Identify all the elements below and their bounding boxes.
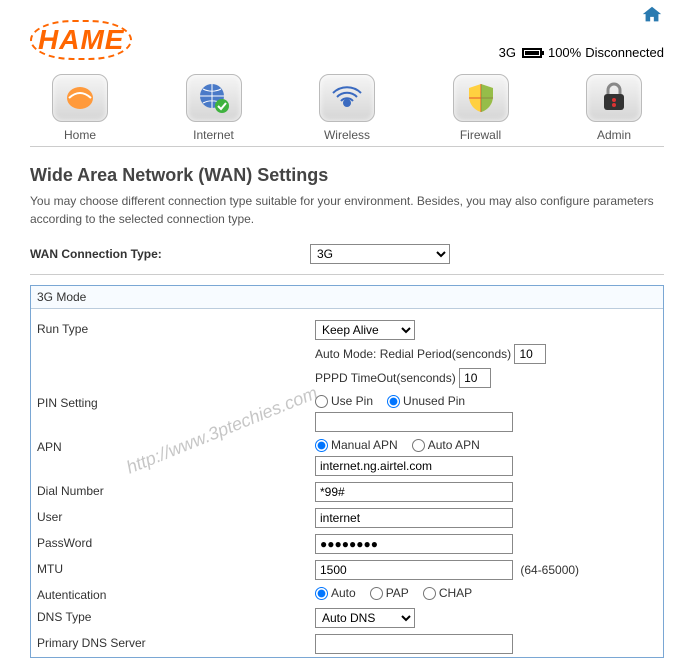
auth-auto-radio[interactable]: Auto	[315, 586, 356, 600]
status-state: Disconnected	[585, 45, 664, 60]
wan-type-select[interactable]: 3G	[310, 244, 450, 264]
pin-label: PIN Setting	[37, 394, 315, 410]
mtu-label: MTU	[37, 560, 315, 576]
admin-nav-icon	[586, 74, 642, 122]
user-input[interactable]	[315, 508, 513, 528]
user-label: User	[37, 508, 315, 524]
navbar: Home Internet Wireless Firewall Admin	[30, 74, 664, 147]
page-desc: You may choose different connection type…	[30, 192, 664, 228]
home-nav-icon	[52, 74, 108, 122]
status-percent: 100%	[548, 45, 581, 60]
dns-type-select[interactable]: Auto DNS	[315, 608, 415, 628]
pri-dns-label: Primary DNS Server	[37, 634, 315, 650]
auth-label: Autentication	[37, 586, 315, 602]
wireless-nav-icon	[319, 74, 375, 122]
nav-firewall-label: Firewall	[460, 128, 501, 142]
nav-home-label: Home	[64, 128, 96, 142]
run-type-select[interactable]: Keep Alive	[315, 320, 415, 340]
nav-home[interactable]: Home	[30, 74, 130, 142]
nav-firewall[interactable]: Firewall	[431, 74, 531, 142]
apn-manual-radio[interactable]: Manual APN	[315, 438, 398, 452]
dns-type-label: DNS Type	[37, 608, 315, 624]
nav-internet-label: Internet	[193, 128, 234, 142]
nav-wireless-label: Wireless	[324, 128, 370, 142]
battery-icon	[522, 48, 542, 58]
nav-wireless[interactable]: Wireless	[297, 74, 397, 142]
mtu-input[interactable]	[315, 560, 513, 580]
mtu-range: (64-65000)	[516, 563, 579, 577]
redial-input[interactable]	[514, 344, 546, 364]
status-mode: 3G	[499, 45, 516, 60]
nav-admin-label: Admin	[597, 128, 631, 142]
pin-use-radio[interactable]: Use Pin	[315, 394, 373, 408]
pppd-label: PPPD TimeOut(senconds)	[315, 371, 456, 385]
pin-input[interactable]	[315, 412, 513, 432]
nav-internet[interactable]: Internet	[164, 74, 264, 142]
panel-head: 3G Mode	[31, 286, 663, 309]
page-title: Wide Area Network (WAN) Settings	[30, 165, 664, 186]
pri-dns-input[interactable]	[315, 634, 513, 654]
password-label: PassWord	[37, 534, 315, 550]
logo: HAME	[30, 20, 132, 60]
nav-admin[interactable]: Admin	[564, 74, 664, 142]
home-icon[interactable]	[640, 4, 664, 26]
dial-input[interactable]	[315, 482, 513, 502]
internet-nav-icon	[186, 74, 242, 122]
apn-label: APN	[37, 438, 315, 454]
pppd-input[interactable]	[459, 368, 491, 388]
auth-chap-radio[interactable]: CHAP	[423, 586, 472, 600]
wan-type-label: WAN Connection Type:	[30, 247, 310, 261]
password-input[interactable]	[315, 534, 513, 554]
auth-pap-radio[interactable]: PAP	[370, 586, 409, 600]
pin-unused-radio[interactable]: Unused Pin	[387, 394, 465, 408]
redial-label: Auto Mode: Redial Period(senconds)	[315, 347, 511, 361]
firewall-nav-icon	[453, 74, 509, 122]
connection-status: 3G 100% Disconnected	[499, 45, 664, 60]
run-type-label: Run Type	[37, 320, 315, 336]
apn-auto-radio[interactable]: Auto APN	[412, 438, 480, 452]
apn-input[interactable]	[315, 456, 513, 476]
dial-label: Dial Number	[37, 482, 315, 498]
